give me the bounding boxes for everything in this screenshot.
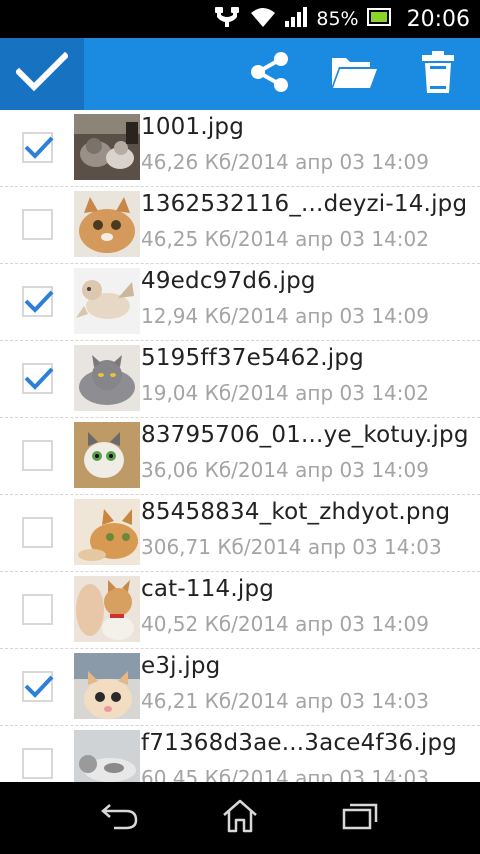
home-icon (221, 798, 259, 838)
file-name: 1362532116_...deyzi-14.jpg (141, 191, 468, 217)
file-checkbox[interactable] (22, 132, 54, 163)
file-meta: 36,06 Кб/2014 апр 03 14:09 (141, 458, 429, 482)
recent-apps-button[interactable] (330, 796, 390, 840)
done-button[interactable] (0, 38, 84, 110)
home-button[interactable] (210, 796, 270, 840)
file-name: 5195ff37e5462.jpg (141, 345, 364, 371)
file-thumbnail (74, 114, 140, 180)
share-icon (249, 51, 291, 97)
back-icon (100, 801, 140, 835)
file-row[interactable]: 83795706_01...ye_kotuy.jpg 36,06 Кб/2014… (0, 418, 480, 495)
folder-button[interactable] (322, 38, 386, 110)
file-checkbox[interactable] (22, 517, 53, 548)
file-meta: 46,21 Кб/2014 апр 03 14:03 (141, 689, 429, 713)
recent-apps-icon (340, 801, 380, 835)
file-thumbnail (74, 499, 140, 565)
headset-icon (212, 5, 242, 33)
file-thumbnail (74, 653, 140, 719)
wifi-icon (250, 6, 276, 32)
file-checkbox[interactable] (22, 363, 54, 394)
file-thumbnail (74, 730, 140, 782)
file-name: e3j.jpg (141, 653, 221, 679)
file-row[interactable]: 85458834_kot_zhdyot.png 306,71 Кб/2014 а… (0, 495, 480, 572)
file-meta: 19,04 Кб/2014 апр 03 14:02 (141, 381, 429, 405)
file-list: 1001.jpg 46,26 Кб/2014 апр 03 14:09 1362… (0, 110, 480, 782)
battery-icon (366, 7, 391, 31)
file-thumbnail (74, 345, 140, 411)
file-meta: 40,52 Кб/2014 апр 03 14:09 (141, 612, 429, 636)
action-bar (0, 38, 480, 110)
file-meta: 60,45 Кб/2014 апр 03 14:03 (141, 766, 429, 782)
file-name: 49edc97d6.jpg (141, 268, 316, 294)
file-row[interactable]: 1001.jpg 46,26 Кб/2014 апр 03 14:09 (0, 110, 480, 187)
status-icons: 85% 20:06 (212, 0, 470, 38)
checkmark-icon (14, 51, 70, 96)
file-meta: 46,26 Кб/2014 апр 03 14:09 (141, 150, 429, 174)
file-row[interactable]: 49edc97d6.jpg 12,94 Кб/2014 апр 03 14:09 (0, 264, 480, 341)
share-button[interactable] (238, 38, 302, 110)
file-thumbnail (74, 576, 140, 642)
signal-icon (284, 6, 308, 32)
file-checkbox[interactable] (22, 594, 53, 625)
status-bar: 85% 20:06 (0, 0, 480, 38)
file-name: cat-114.jpg (141, 576, 275, 602)
file-row[interactable]: 1362532116_...deyzi-14.jpg 46,25 Кб/2014… (0, 187, 480, 264)
file-row[interactable]: f71368d3ae...3ace4f36.jpg 60,45 Кб/2014 … (0, 726, 480, 782)
navigation-bar (0, 782, 480, 854)
file-row[interactable]: e3j.jpg 46,21 Кб/2014 апр 03 14:03 (0, 649, 480, 726)
file-name: f71368d3ae...3ace4f36.jpg (141, 730, 458, 756)
file-meta: 12,94 Кб/2014 апр 03 14:09 (141, 304, 429, 328)
trash-icon (421, 51, 455, 97)
file-checkbox[interactable] (22, 748, 53, 779)
clock: 20:06 (406, 6, 470, 32)
delete-button[interactable] (406, 38, 470, 110)
file-thumbnail (74, 422, 140, 488)
folder-icon (330, 54, 378, 94)
file-checkbox[interactable] (22, 209, 53, 240)
battery-percent: 85% (316, 8, 359, 30)
file-checkbox[interactable] (22, 286, 54, 317)
file-meta: 46,25 Кб/2014 апр 03 14:02 (141, 227, 429, 251)
file-name: 85458834_kot_zhdyot.png (141, 499, 451, 525)
file-row[interactable]: 5195ff37e5462.jpg 19,04 Кб/2014 апр 03 1… (0, 341, 480, 418)
file-checkbox[interactable] (22, 440, 53, 471)
file-row[interactable]: cat-114.jpg 40,52 Кб/2014 апр 03 14:09 (0, 572, 480, 649)
file-checkbox[interactable] (22, 671, 54, 702)
file-thumbnail (74, 191, 140, 257)
back-button[interactable] (90, 796, 150, 840)
file-name: 83795706_01...ye_kotuy.jpg (141, 422, 469, 448)
file-meta: 306,71 Кб/2014 апр 03 14:03 (141, 535, 442, 559)
file-name: 1001.jpg (141, 114, 245, 140)
file-thumbnail (74, 268, 140, 334)
